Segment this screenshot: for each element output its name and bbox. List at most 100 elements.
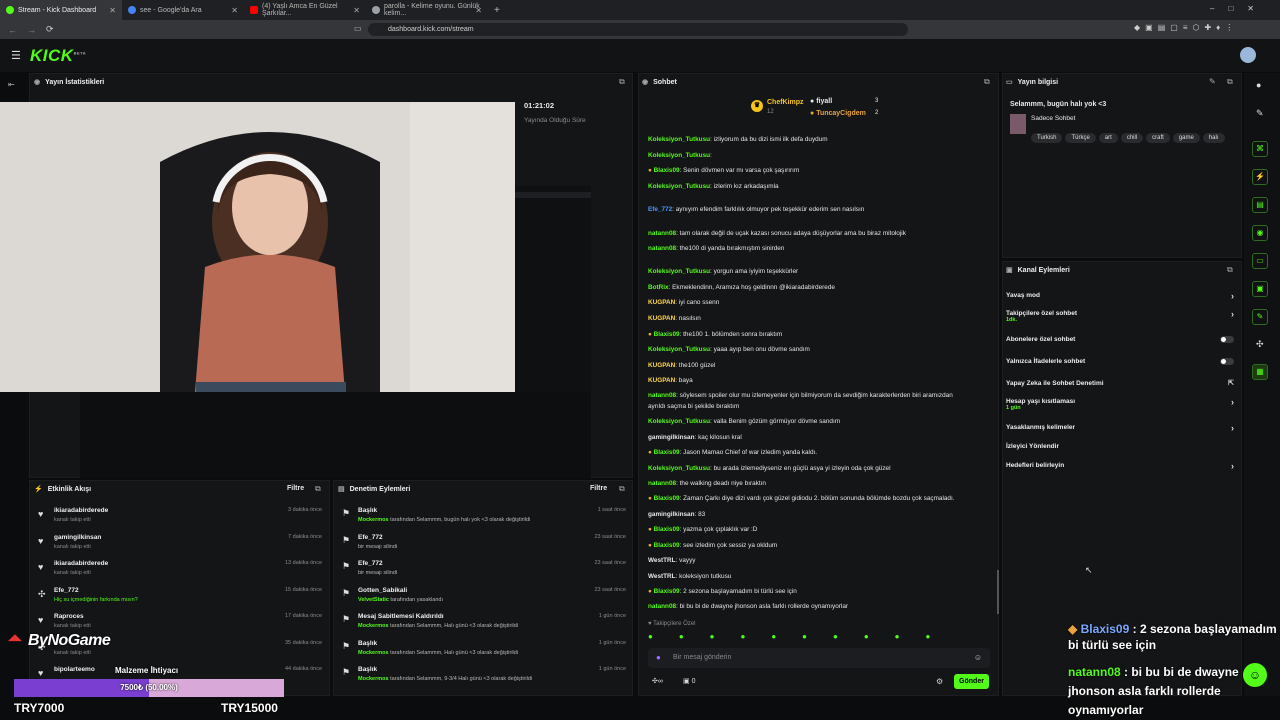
mod-item[interactable]: ⚑ Efe_772 bir mesajı silindi 23 saat önce	[340, 534, 630, 560]
channel-action-item[interactable]: Takipçilere özel sohbet 1dk. ›	[1006, 309, 1238, 323]
sidebar-tools-icon[interactable]: ✎	[1252, 309, 1268, 325]
activity-item[interactable]: ✣ Efe_772 Hiç su içmediğinin farkında mısı…	[36, 587, 328, 613]
chat-username[interactable]: BotRix	[648, 284, 669, 291]
chat-username[interactable]: Blaxis09	[654, 526, 680, 533]
channel-action-item[interactable]: Yavaş mod ›	[1006, 291, 1238, 301]
puzzle-icon[interactable]: ✣	[1256, 339, 1264, 350]
stream-tag[interactable]: game	[1172, 133, 1200, 143]
stream-tag[interactable]: chill	[1120, 133, 1144, 143]
mod-item[interactable]: ⚑ Başlık Mockermos tarafından Selammm, Hal…	[340, 640, 630, 666]
avatar[interactable]	[1240, 47, 1256, 63]
popout-icon[interactable]: ⧉	[1227, 77, 1233, 87]
chat-username[interactable]: WestTRL	[648, 573, 676, 580]
chat-username[interactable]: Koleksiyon_Tutkusu	[648, 346, 710, 353]
chat-username[interactable]: KUGPAN	[648, 362, 675, 369]
activity-item[interactable]: ♥ gamingilkinsan kanalı takip etti 7 dakika…	[36, 534, 328, 560]
activity-item[interactable]: ♥ ikiaradabirderede kanalı takip etti 13 da…	[36, 560, 328, 586]
emoji-icon[interactable]: ☺	[974, 653, 982, 662]
channel-action-item[interactable]: Abonelere özel sohbet	[1006, 336, 1238, 343]
chat-input[interactable]: ● Bir mesaj gönderin ☺	[648, 648, 990, 668]
chat-username[interactable]: Blaxis09	[654, 588, 680, 595]
address-bar[interactable]: dashboard.kick.com/stream	[368, 23, 908, 36]
external-link-icon[interactable]: ⇱	[1228, 379, 1234, 387]
kick-logo[interactable]: KICKBETA	[30, 46, 86, 66]
chat-username[interactable]: Blaxis09	[654, 331, 680, 338]
edit-icon[interactable]: ✎	[1209, 77, 1216, 86]
extension-icons[interactable]: ◆▣▤▢≡⬡✚♦⋮	[1134, 23, 1238, 32]
chat-username[interactable]: WestTRL	[648, 557, 676, 564]
stream-tag[interactable]: halı	[1202, 133, 1225, 143]
channel-action-item[interactable]: İzleyici Yönlendir	[1006, 443, 1238, 450]
reload-icon[interactable]: ⟳	[46, 24, 54, 35]
window-controls[interactable]: –□✕	[1210, 4, 1268, 13]
chat-username[interactable]: natann08	[648, 230, 676, 237]
close-tab-icon[interactable]: ✕	[353, 6, 360, 15]
mod-item[interactable]: ⚑ Başlık Mockermos tarafından Selammm, 9-3…	[340, 666, 630, 692]
sidebar-layout-icon[interactable]: ▦	[1252, 364, 1268, 380]
mod-filter-button[interactable]: Filtre	[590, 485, 607, 492]
chat-username[interactable]: Koleksiyon_Tutkusu	[648, 183, 710, 190]
forward-icon[interactable]: →	[27, 25, 36, 35]
close-tab-icon[interactable]: ✕	[475, 6, 482, 15]
tab-google[interactable]: see - Google'da Ara ✕	[122, 0, 244, 20]
mod-item[interactable]: ⚑ Mesaj Sabitlemesi Kaldırıldı Mockermos t…	[340, 613, 630, 639]
toggle-switch[interactable]	[1220, 358, 1234, 365]
chat-username[interactable]: Efe_772	[648, 206, 672, 213]
chat-username[interactable]: natann08	[648, 245, 676, 252]
sidebar-mod-icon[interactable]: ▤	[1252, 197, 1268, 213]
chat-username[interactable]: gamingilkinsan	[648, 434, 695, 441]
close-tab-icon[interactable]: ✕	[231, 6, 238, 15]
chevron-right-icon[interactable]: ›	[1231, 397, 1234, 407]
sidebar-stats-icon[interactable]: ⌘	[1252, 141, 1268, 157]
chat-username[interactable]: Koleksiyon_Tutkusu	[648, 152, 710, 159]
mic-icon[interactable]: ●	[656, 653, 661, 662]
menu-icon[interactable]: ☰	[11, 49, 21, 62]
chat-username[interactable]: Blaxis09	[654, 542, 680, 549]
chat-username[interactable]: gamingilkinsan	[648, 511, 695, 518]
send-button[interactable]: Gönder	[954, 674, 989, 689]
popout-icon[interactable]: ⧉	[984, 77, 990, 87]
activity-filter-button[interactable]: Filtre	[287, 485, 304, 492]
chat-username[interactable]: Koleksiyon_Tutkusu	[648, 268, 710, 275]
chat-username[interactable]: natann08	[648, 480, 676, 487]
stream-tag[interactable]: Türkçe	[1065, 133, 1096, 143]
popout-icon[interactable]: ⧉	[315, 484, 321, 494]
chat-username[interactable]: KUGPAN	[648, 377, 675, 384]
chat-username[interactable]: natann08	[648, 603, 676, 610]
popout-icon[interactable]: ⧉	[1227, 265, 1233, 275]
collapse-icon[interactable]: ⇤	[8, 80, 15, 89]
bookmark-icon[interactable]: ▭	[354, 24, 362, 33]
chat-username[interactable]: KUGPAN	[648, 315, 675, 322]
activity-item[interactable]: ♥ ikiaradabirderede kanalı takip etti 3 dak…	[36, 507, 328, 533]
info-icon[interactable]: ●	[1256, 80, 1261, 90]
sidebar-activity-icon[interactable]: ⚡	[1252, 169, 1268, 185]
toggle-switch[interactable]	[1220, 336, 1234, 343]
popout-icon[interactable]: ⧉	[619, 484, 625, 494]
points-counter[interactable]: ✣∞	[652, 677, 663, 685]
chat-username[interactable]: Blaxis09	[654, 495, 680, 502]
channel-action-item[interactable]: Yapay Zeka ile Sohbet Denetimi ⇱	[1006, 380, 1238, 387]
tab-parolla[interactable]: parolla - Kelime oyunu. Günlük kelim... ✕	[366, 0, 488, 20]
stream-tag[interactable]: craft	[1146, 133, 1170, 143]
popout-icon[interactable]: ⧉	[619, 77, 625, 87]
close-tab-icon[interactable]: ✕	[109, 6, 116, 15]
channel-action-item[interactable]: Hedefleri belirleyin ›	[1006, 461, 1238, 471]
chevron-right-icon[interactable]: ›	[1231, 309, 1234, 319]
chevron-right-icon[interactable]: ›	[1231, 291, 1234, 301]
tab-kick-dashboard[interactable]: Stream - Kick Dashboard ✕	[0, 0, 122, 20]
chat-username[interactable]: KUGPAN	[648, 299, 675, 306]
sidebar-actions-icon[interactable]: ▣	[1252, 281, 1268, 297]
chat-username[interactable]: Blaxis09	[654, 167, 680, 174]
sidebar-info-icon[interactable]: ▭	[1252, 253, 1268, 269]
channel-action-item[interactable]: Yasaklanmış kelimeler ›	[1006, 423, 1238, 433]
pencil-icon[interactable]: ✎	[1256, 108, 1264, 119]
help-icon[interactable]: ☺	[1243, 663, 1267, 687]
mod-item[interactable]: ⚑ Efe_772 bir mesajı silindi 23 saat önce	[340, 560, 630, 586]
emote-bar[interactable]: ●●●●●●●●●●	[648, 632, 993, 644]
chat-username[interactable]: natann08	[648, 392, 676, 399]
chevron-right-icon[interactable]: ›	[1231, 423, 1234, 433]
chevron-right-icon[interactable]: ›	[1231, 461, 1234, 471]
back-icon[interactable]: ←	[8, 25, 17, 35]
mod-item[interactable]: ⚑ Gotten_Sabikali VelvetStatic tarafından …	[340, 587, 630, 613]
new-tab-icon[interactable]: +	[494, 5, 500, 16]
